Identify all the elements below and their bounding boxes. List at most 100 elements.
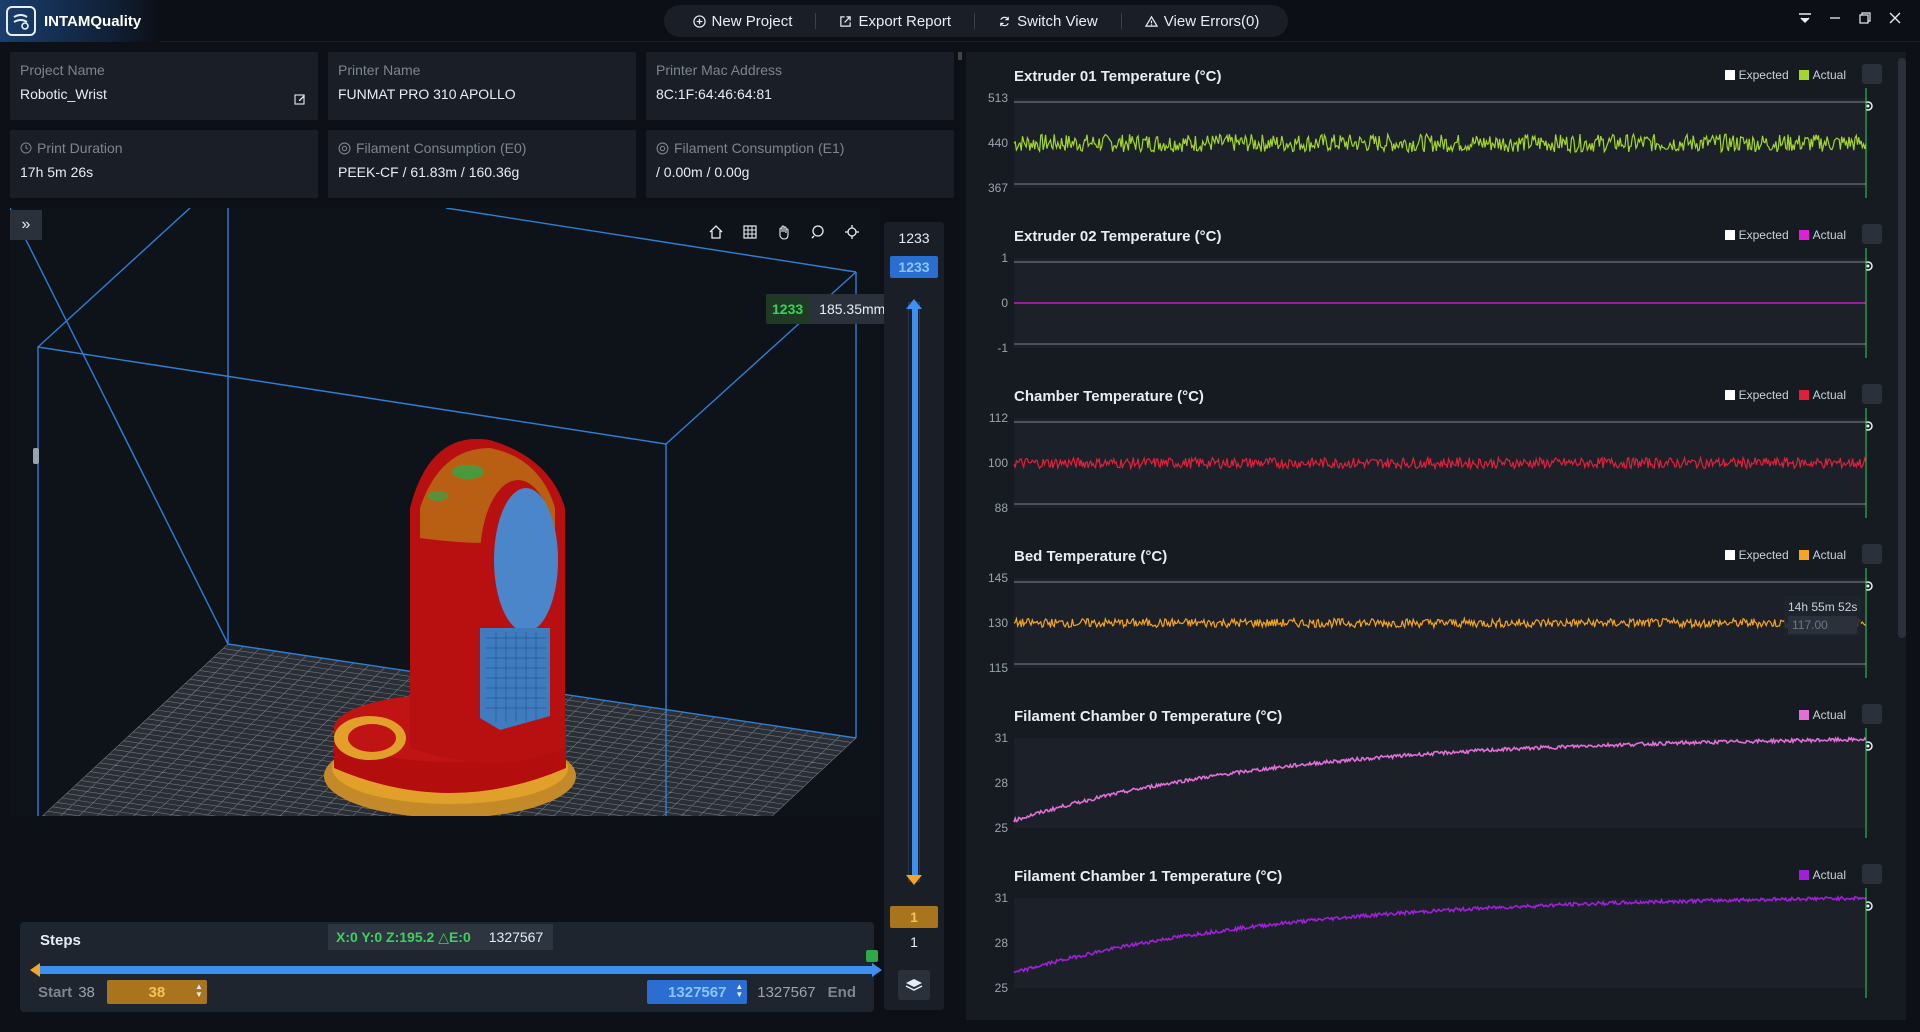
chart-settings-icon[interactable] [1862, 224, 1882, 271]
window-controls [1798, 11, 1902, 25]
export-report-button[interactable]: Export Report [825, 13, 965, 30]
start-step-handle[interactable] [30, 963, 40, 977]
legend-expected[interactable]: Expected [1724, 228, 1789, 242]
chart-settings-icon[interactable] [1862, 384, 1882, 431]
layer-max-value: 1233 [898, 230, 930, 246]
filament-e1-card: Filament Consumption (E1) / 0.00m / 0.00… [646, 130, 954, 198]
restore-icon[interactable] [1858, 11, 1872, 25]
plot-area [1014, 738, 1866, 828]
edit-icon[interactable] [294, 92, 306, 110]
steps-panel: Steps X:0 Y:0 Z:195.2 △E:0 1327567 Start… [20, 922, 882, 1012]
end-step-handle[interactable] [872, 963, 882, 977]
printer-mac-card: Printer Mac Address 8C:1F:64:46:64:81 [646, 52, 954, 120]
app-name: INTAMQuality [44, 12, 142, 30]
charts-scrollbar[interactable] [1898, 58, 1906, 638]
new-project-label: New Project [711, 12, 793, 30]
y-tick-label: 513 [988, 91, 1008, 105]
chart-plot[interactable]: 145 130 115 [966, 568, 1886, 678]
export-report-label: Export Report [858, 12, 952, 30]
current-layer-height: 185.35mm [819, 301, 886, 317]
expand-panel-button[interactable]: » [10, 210, 42, 240]
chart-settings-icon[interactable] [1862, 704, 1882, 751]
printer-mac-value: 8C:1F:64:46:64:81 [656, 86, 772, 102]
end-stepper-icon[interactable]: ▲ ▼ [735, 983, 743, 999]
title-bar: INTAMQuality New Project Export Report S… [0, 0, 1920, 42]
chart-plot[interactable]: 1 0 -1 [966, 248, 1886, 358]
legend-actual[interactable]: Actual [1798, 228, 1846, 242]
y-tick-label: 1 [1001, 251, 1008, 265]
y-tick-label: 115 [989, 661, 1008, 675]
charts-panel: Extruder 01 Temperature (°C) Expected Actu… [966, 52, 1906, 1020]
upper-layer-input[interactable]: 1233 [890, 256, 938, 278]
viewport-tools [706, 222, 862, 242]
dropdown-menu-icon[interactable] [1798, 11, 1812, 25]
legend-actual[interactable]: Actual [1798, 548, 1846, 562]
view-errors-label: View Errors(0) [1163, 12, 1260, 30]
start-step-input[interactable]: 38 ▲ ▼ [106, 980, 207, 1004]
chart-title: Chamber Temperature (°C) [1014, 388, 1204, 405]
upper-layer-handle[interactable] [906, 299, 922, 309]
chart-settings-icon[interactable] [1862, 64, 1882, 111]
side-resize-handle[interactable] [33, 448, 39, 464]
tooltip-value: 117.00 [1788, 616, 1858, 634]
filament-e0-value: PEEK-CF / 61.83m / 160.36g [338, 164, 520, 180]
chart-plot[interactable]: 112 100 88 [966, 408, 1886, 518]
y-tick-label: 0 [1001, 296, 1008, 310]
rotate-icon[interactable] [842, 222, 862, 242]
app-window: INTAMQuality New Project Export Report S… [0, 0, 1920, 1032]
filament-e1-value: / 0.00m / 0.00g [656, 164, 750, 180]
toolbar-divider [815, 13, 817, 29]
chart-legend: Expected Actual [1724, 548, 1846, 562]
chart-plot[interactable]: 31 28 25 [966, 888, 1886, 998]
chart-4: Bed Temperature (°C) Expected Actual 145 130… [966, 532, 1886, 682]
chart-plot[interactable]: 513 440 367 [966, 88, 1886, 198]
printer-name-card: Printer Name FUNMAT PRO 310 APOLLO [328, 52, 636, 120]
new-project-button[interactable]: New Project [679, 13, 807, 30]
chart-settings-icon[interactable] [1862, 544, 1882, 591]
chart-plot[interactable]: 31 28 25 [966, 728, 1886, 838]
layer-slider-track[interactable] [906, 299, 922, 885]
project-name-value: Robotic_Wrist [20, 86, 107, 102]
filament-e0-card: Filament Consumption (E0) PEEK-CF / 61.8… [328, 130, 636, 198]
clock-icon [20, 142, 32, 154]
chart-settings-icon[interactable] [1862, 864, 1882, 911]
legend-actual[interactable]: Actual [1798, 708, 1846, 722]
grid-toggle-icon[interactable] [740, 222, 760, 242]
chart-title: Filament Chamber 0 Temperature (°C) [1014, 708, 1283, 725]
end-step-input[interactable]: 1327567 ▲ ▼ [647, 980, 748, 1004]
legend-actual[interactable]: Actual [1798, 68, 1846, 82]
legend-expected[interactable]: Expected [1724, 68, 1789, 82]
minimize-icon[interactable] [1828, 11, 1842, 25]
lower-layer-input[interactable]: 1 [890, 906, 938, 928]
legend-actual[interactable]: Actual [1798, 388, 1846, 402]
switch-view-button[interactable]: Switch View [984, 13, 1112, 30]
legend-expected[interactable]: Expected [1724, 548, 1789, 562]
pan-hand-icon[interactable] [774, 222, 794, 242]
layer-slider: 1233 1233 1 1 [884, 222, 944, 1010]
legend-expected[interactable]: Expected [1724, 388, 1789, 402]
close-icon[interactable] [1888, 11, 1902, 25]
chart-2: Extruder 02 Temperature (°C) Expected Actu… [966, 212, 1886, 362]
home-view-icon[interactable] [706, 222, 726, 242]
layers-toggle-button[interactable] [898, 970, 930, 1000]
y-tick-label: 31 [995, 891, 1009, 905]
legend-actual[interactable]: Actual [1798, 868, 1846, 882]
start-stepper-icon[interactable]: ▲ ▼ [195, 983, 203, 999]
print-duration-header: Print Duration [20, 140, 308, 156]
steps-slider-track[interactable] [30, 950, 882, 977]
spool-icon [656, 142, 669, 154]
zoom-icon[interactable] [808, 222, 828, 242]
coordinate-readout: X:0 Y:0 Z:195.2 △E:0 1327567 [328, 924, 554, 950]
y-tick-label: 112 [989, 411, 1008, 425]
steps-title: Steps [40, 932, 81, 949]
coordinate-step: 1327567 [488, 929, 544, 945]
3d-viewport[interactable] [9, 207, 880, 916]
lower-layer-handle[interactable] [906, 874, 922, 885]
view-errors-button[interactable]: View Errors(0) [1131, 13, 1274, 30]
y-tick-label: 28 [995, 936, 1009, 950]
print-duration-label: Print Duration [37, 140, 123, 156]
build-volume-render [9, 207, 857, 916]
panel-splitter[interactable] [958, 52, 962, 60]
end-value: 1327567 [757, 983, 816, 1001]
filament-e0-header: Filament Consumption (E0) [338, 140, 626, 156]
